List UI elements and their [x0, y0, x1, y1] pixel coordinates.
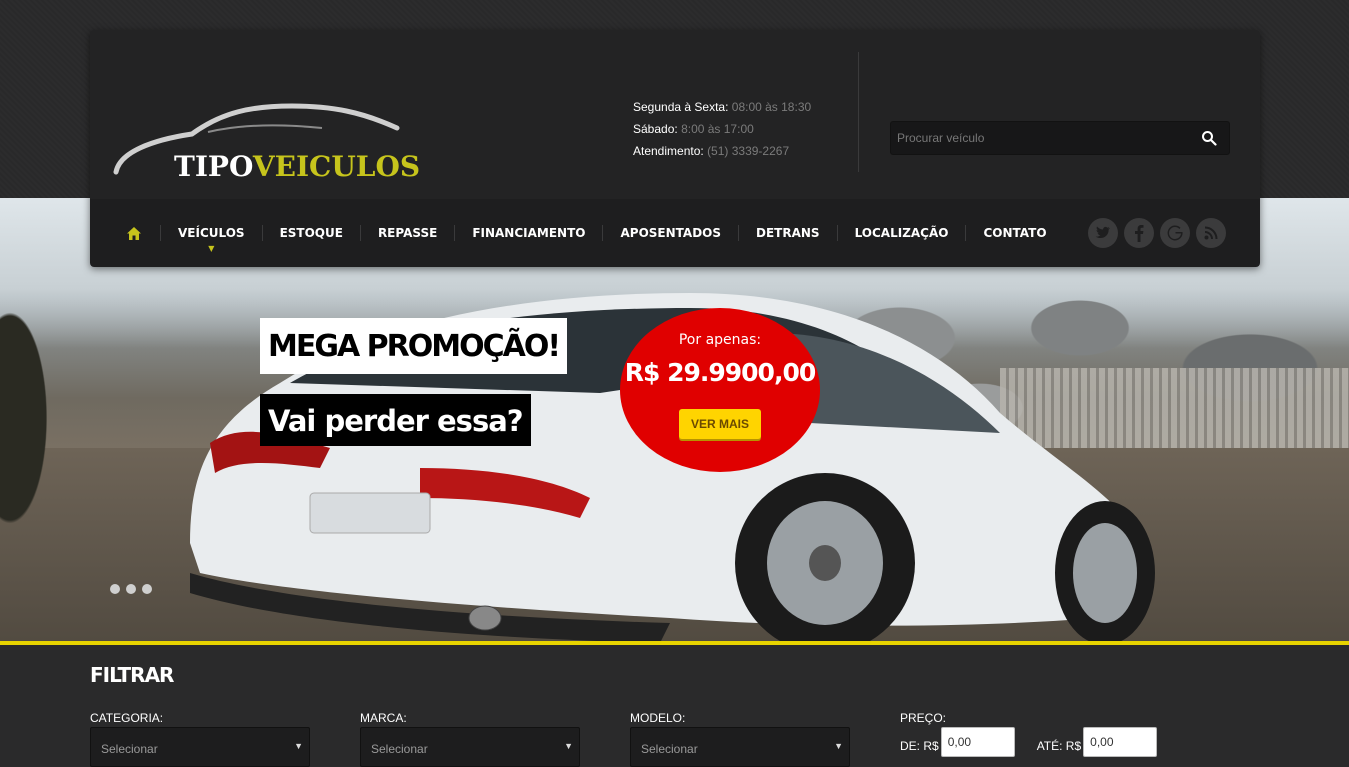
de-label: DE: R$ [900, 739, 939, 753]
nav-contato[interactable]: CONTATO [966, 226, 1063, 240]
ver-mais-button[interactable]: VER MAIS [678, 409, 761, 439]
search-icon[interactable] [1201, 130, 1217, 146]
categoria-label: CATEGORIA: [90, 711, 164, 725]
price-badge: Por apenas: R$ 29.9900,00 VER MAIS [620, 308, 820, 472]
filter-title: FILTRAR [90, 663, 174, 687]
nav-estoque[interactable]: ESTOQUE [263, 226, 360, 240]
ate-label: ATÉ: R$ [1036, 739, 1082, 753]
twitter-icon[interactable] [1088, 218, 1118, 248]
facebook-icon[interactable] [1124, 218, 1154, 248]
search-box [890, 121, 1230, 155]
filter-panel: FILTRAR CATEGORIA: Selecionar ▼ MARCA: S… [0, 641, 1349, 767]
nav-financiamento[interactable]: FINANCIAMENTO [455, 226, 602, 240]
main-navigation: VEÍCULOS ▼ ESTOQUE REPASSE FINANCIAMENTO … [90, 199, 1260, 267]
promo-subtitle: Vai perder essa? [260, 394, 531, 446]
slide-dot-2[interactable] [126, 584, 136, 594]
modelo-select[interactable]: Selecionar ▼ [630, 727, 850, 767]
social-links [1088, 218, 1226, 248]
price-to-input[interactable]: 0,00 [1083, 727, 1158, 757]
nav-localizacao[interactable]: LOCALIZAÇÃO [838, 226, 966, 240]
nav-repasse[interactable]: REPASSE [361, 226, 454, 240]
preco-label: PREÇO: [900, 711, 947, 725]
hours-weekdays: Segunda à Sexta: 08:00 às 18:30 [633, 100, 812, 114]
slide-dot-3[interactable] [142, 584, 152, 594]
price-from-input[interactable]: 0,00 [940, 727, 1015, 757]
dropdown-arrow-icon: ▼ [834, 741, 843, 751]
promo-title: MEGA PROMOÇÃO! [260, 318, 567, 374]
site-logo[interactable]: TIPOVEICULOS [112, 102, 420, 183]
marca-label: MARCA: [360, 711, 407, 725]
search-input[interactable] [891, 122, 1191, 154]
dropdown-arrow-icon: ▼ [294, 741, 303, 751]
nav-detrans[interactable]: DETRANS [739, 226, 837, 240]
hours-phone: Atendimento: (51) 3339-2267 [633, 144, 790, 158]
header-divider [858, 52, 859, 172]
google-plus-icon[interactable] [1160, 218, 1190, 248]
price-value: R$ 29.9900,00 [624, 358, 817, 387]
rss-icon[interactable] [1196, 218, 1226, 248]
site-header: TIPOVEICULOS Segunda à Sexta: 08:00 às 1… [90, 30, 1260, 267]
nav-veiculos[interactable]: VEÍCULOS ▼ [161, 226, 262, 253]
modelo-label: MODELO: [630, 711, 686, 725]
nav-aposentados[interactable]: APOSENTADOS [603, 226, 738, 240]
chevron-down-icon: ▼ [208, 244, 215, 253]
marca-select[interactable]: Selecionar ▼ [360, 727, 580, 767]
dropdown-arrow-icon: ▼ [564, 741, 573, 751]
nav-home[interactable] [126, 226, 160, 241]
price-range: DE: R$ 0,00 ATÉ: R$ 0,00 [900, 727, 1158, 757]
categoria-select[interactable]: Selecionar ▼ [90, 727, 310, 767]
slider-pagination [110, 584, 152, 594]
price-label: Por apenas: [678, 332, 762, 348]
logo-text: TIPOVEICULOS [174, 150, 421, 183]
home-icon [127, 226, 141, 240]
business-hours: Segunda à Sexta: 08:00 às 18:30 Sábado: … [633, 96, 811, 162]
slide-dot-1[interactable] [110, 584, 120, 594]
hours-saturday: Sábado: 8:00 às 17:00 [633, 122, 754, 136]
